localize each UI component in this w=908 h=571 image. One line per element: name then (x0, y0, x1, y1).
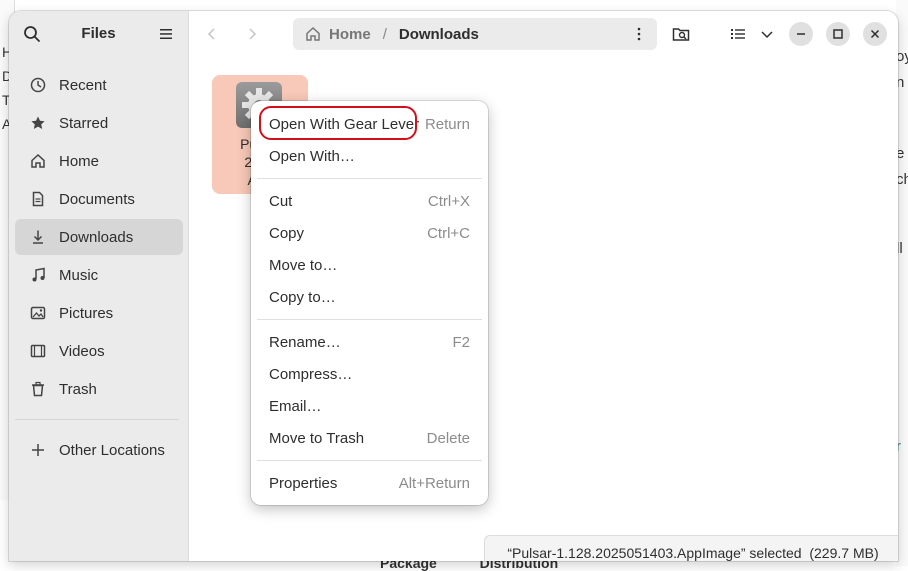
menu-item-label: Open With… (269, 147, 355, 165)
breadcrumb-separator: / (382, 25, 387, 43)
menu-item-copy[interactable]: Copy Ctrl+C (251, 217, 488, 249)
menu-separator (257, 460, 482, 461)
download-icon (29, 228, 47, 246)
sidebar-item-home[interactable]: Home (15, 143, 183, 179)
maximize-icon (833, 29, 843, 39)
menu-item-label: Open With Gear Lever (269, 115, 420, 133)
sidebar-item-starred[interactable]: Starred (15, 105, 183, 141)
menu-item-email[interactable]: Email… (251, 390, 488, 422)
sidebar-places: Recent Starred Home Documents Downloads … (15, 67, 183, 470)
sidebar-item-other-locations[interactable]: Other Locations (15, 432, 183, 468)
close-icon (870, 29, 880, 39)
menu-item-label: Email… (269, 397, 322, 415)
forward-button[interactable] (237, 19, 267, 49)
sidebar-divider (15, 419, 179, 420)
sidebar-item-pictures[interactable]: Pictures (15, 295, 183, 331)
sidebar: Files Recent Starred Home Documents Down… (9, 11, 189, 561)
sidebar-header: Files (9, 11, 188, 57)
menu-item-properties[interactable]: Properties Alt+Return (251, 467, 488, 499)
sidebar-item-label: Starred (59, 114, 109, 132)
menu-item-copy-to[interactable]: Copy to… (251, 281, 488, 313)
menu-item-label: Properties (269, 474, 338, 492)
sidebar-item-label: Other Locations (59, 441, 165, 459)
sidebar-item-label: Trash (59, 380, 97, 398)
sidebar-item-videos[interactable]: Videos (15, 333, 183, 369)
sidebar-item-recent[interactable]: Recent (15, 67, 183, 103)
hamburger-menu-icon[interactable] (159, 27, 173, 41)
trash-icon (29, 380, 47, 398)
menu-item-cut[interactable]: Cut Ctrl+X (251, 185, 488, 217)
maximize-button[interactable] (826, 22, 850, 46)
home-icon (29, 152, 47, 170)
music-icon (29, 266, 47, 284)
menu-separator (257, 319, 482, 320)
sidebar-item-trash[interactable]: Trash (15, 371, 183, 407)
menu-item-accelerator: Return (424, 115, 470, 133)
document-icon (29, 190, 47, 208)
breadcrumb-current[interactable]: Downloads (399, 26, 479, 43)
sidebar-item-documents[interactable]: Documents (15, 181, 183, 217)
menu-item-accelerator: Ctrl+X (427, 192, 470, 210)
view-options-button[interactable] (752, 19, 782, 49)
sidebar-item-label: Documents (59, 190, 135, 208)
menu-item-label: Copy to… (269, 288, 336, 306)
menu-item-label: Move to Trash (269, 429, 365, 447)
clock-icon (29, 76, 47, 94)
menu-item-label: Compress… (269, 365, 353, 383)
menu-item-label: Move to… (269, 256, 338, 274)
menu-item-label: Cut (269, 192, 293, 210)
menu-item-move-to-trash[interactable]: Move to Trash Delete (251, 422, 488, 454)
status-bar: “Pulsar-1.128.2025051403.AppImage” selec… (484, 535, 898, 561)
menu-separator (257, 178, 482, 179)
minimize-icon (797, 33, 805, 35)
context-menu: Open With Gear Lever Return Open With… C… (251, 101, 488, 505)
folder-search-icon (672, 28, 690, 41)
menu-item-accelerator: Alt+Return (398, 474, 470, 492)
star-icon (29, 114, 47, 132)
picture-icon (29, 304, 47, 322)
menu-item-move-to[interactable]: Move to… (251, 249, 488, 281)
menu-item-open-with-gear-lever[interactable]: Open With Gear Lever Return (251, 108, 488, 140)
breadcrumb-home[interactable]: Home (305, 26, 371, 43)
menu-item-label: Copy (269, 224, 305, 242)
menu-item-accelerator: Ctrl+C (427, 224, 470, 242)
video-icon (29, 342, 47, 360)
path-bar[interactable]: Home / Downloads (293, 18, 657, 50)
sidebar-item-label: Downloads (59, 228, 134, 246)
chevron-down-icon (761, 31, 773, 39)
search-files-button[interactable] (666, 19, 696, 49)
plus-icon (29, 441, 47, 459)
close-button[interactable] (863, 22, 887, 46)
chevron-right-icon (249, 28, 257, 40)
home-icon (306, 26, 320, 41)
back-button[interactable] (197, 19, 227, 49)
sidebar-item-label: Recent (59, 76, 107, 94)
sidebar-item-label: Videos (59, 342, 105, 360)
chevron-left-icon (207, 28, 215, 40)
minimize-button[interactable] (789, 22, 813, 46)
sidebar-item-label: Home (59, 152, 100, 170)
view-list-button[interactable] (723, 19, 753, 49)
sidebar-item-downloads[interactable]: Downloads (15, 219, 183, 255)
more-options-icon[interactable] (631, 26, 647, 42)
menu-item-open-with[interactable]: Open With… (251, 140, 488, 172)
list-view-icon (731, 29, 745, 39)
sidebar-item-label: Pictures (59, 304, 114, 322)
selection-status-text: “Pulsar-1.128.2025051403.AppImage” selec… (507, 545, 879, 561)
menu-item-accelerator: F2 (452, 333, 470, 351)
menu-item-rename[interactable]: Rename… F2 (251, 326, 488, 358)
menu-item-compress[interactable]: Compress… (251, 358, 488, 390)
breadcrumb-home-label: Home (329, 25, 371, 43)
sidebar-item-label: Music (59, 266, 99, 284)
menu-item-label: Rename… (269, 333, 341, 351)
sidebar-item-music[interactable]: Music (15, 257, 183, 293)
menu-item-accelerator: Delete (426, 429, 470, 447)
